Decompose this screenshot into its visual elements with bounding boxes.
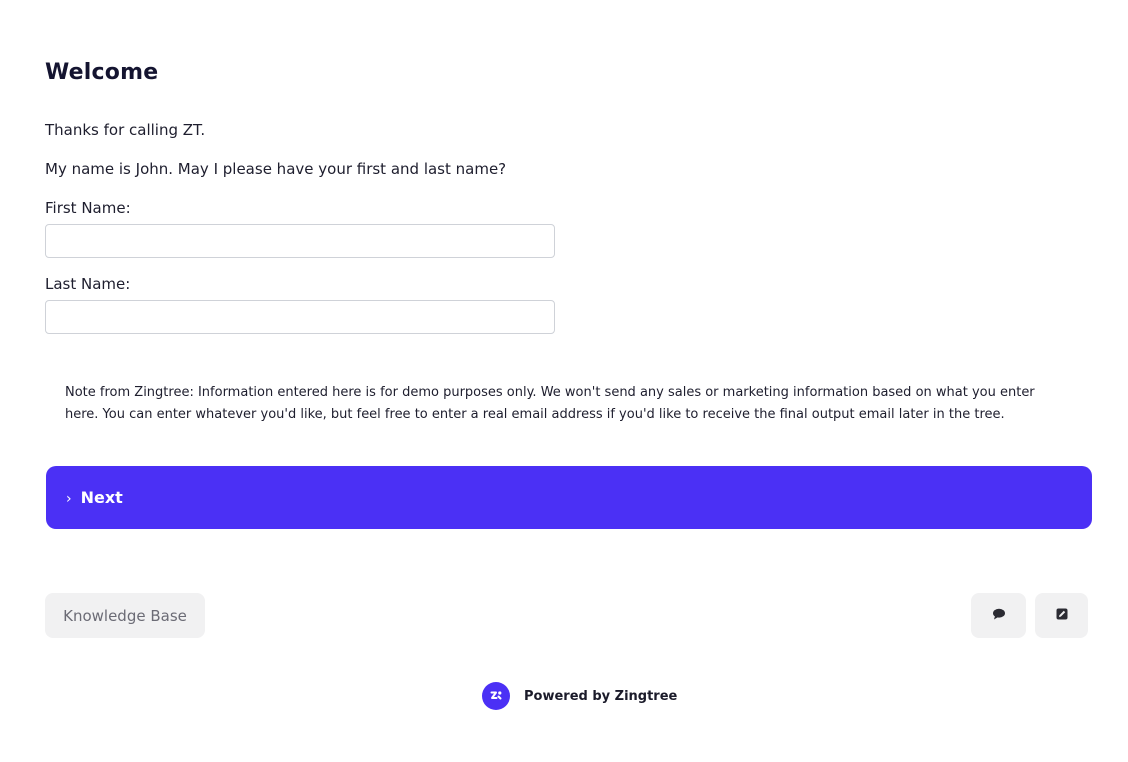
first-name-label: First Name: <box>45 199 131 217</box>
demo-note: Note from Zingtree: Information entered … <box>65 385 1035 422</box>
powered-by-footer: Powered by Zingtree <box>482 682 677 710</box>
next-button[interactable]: › Next <box>46 466 1092 529</box>
chat-bubble-icon <box>992 608 1006 623</box>
first-name-input[interactable] <box>45 224 555 258</box>
last-name-input[interactable] <box>45 300 555 334</box>
powered-by-text: Powered by Zingtree <box>524 688 678 704</box>
edit-button[interactable] <box>1035 593 1088 638</box>
intro-text: Thanks for calling ZT. <box>45 121 206 139</box>
name-question-text: My name is John. May I please have your … <box>45 160 507 178</box>
zingtree-logo-icon <box>482 682 510 710</box>
last-name-label: Last Name: <box>45 275 131 293</box>
chevron-right-icon: › <box>66 490 72 507</box>
page-title: Welcome <box>45 60 159 85</box>
knowledge-base-button[interactable]: Knowledge Base <box>45 593 205 638</box>
page: Welcome Thanks for calling ZT. My name i… <box>0 0 1128 762</box>
chat-button[interactable] <box>971 593 1026 638</box>
edit-icon <box>1056 608 1068 623</box>
next-button-label: Next <box>80 488 123 507</box>
